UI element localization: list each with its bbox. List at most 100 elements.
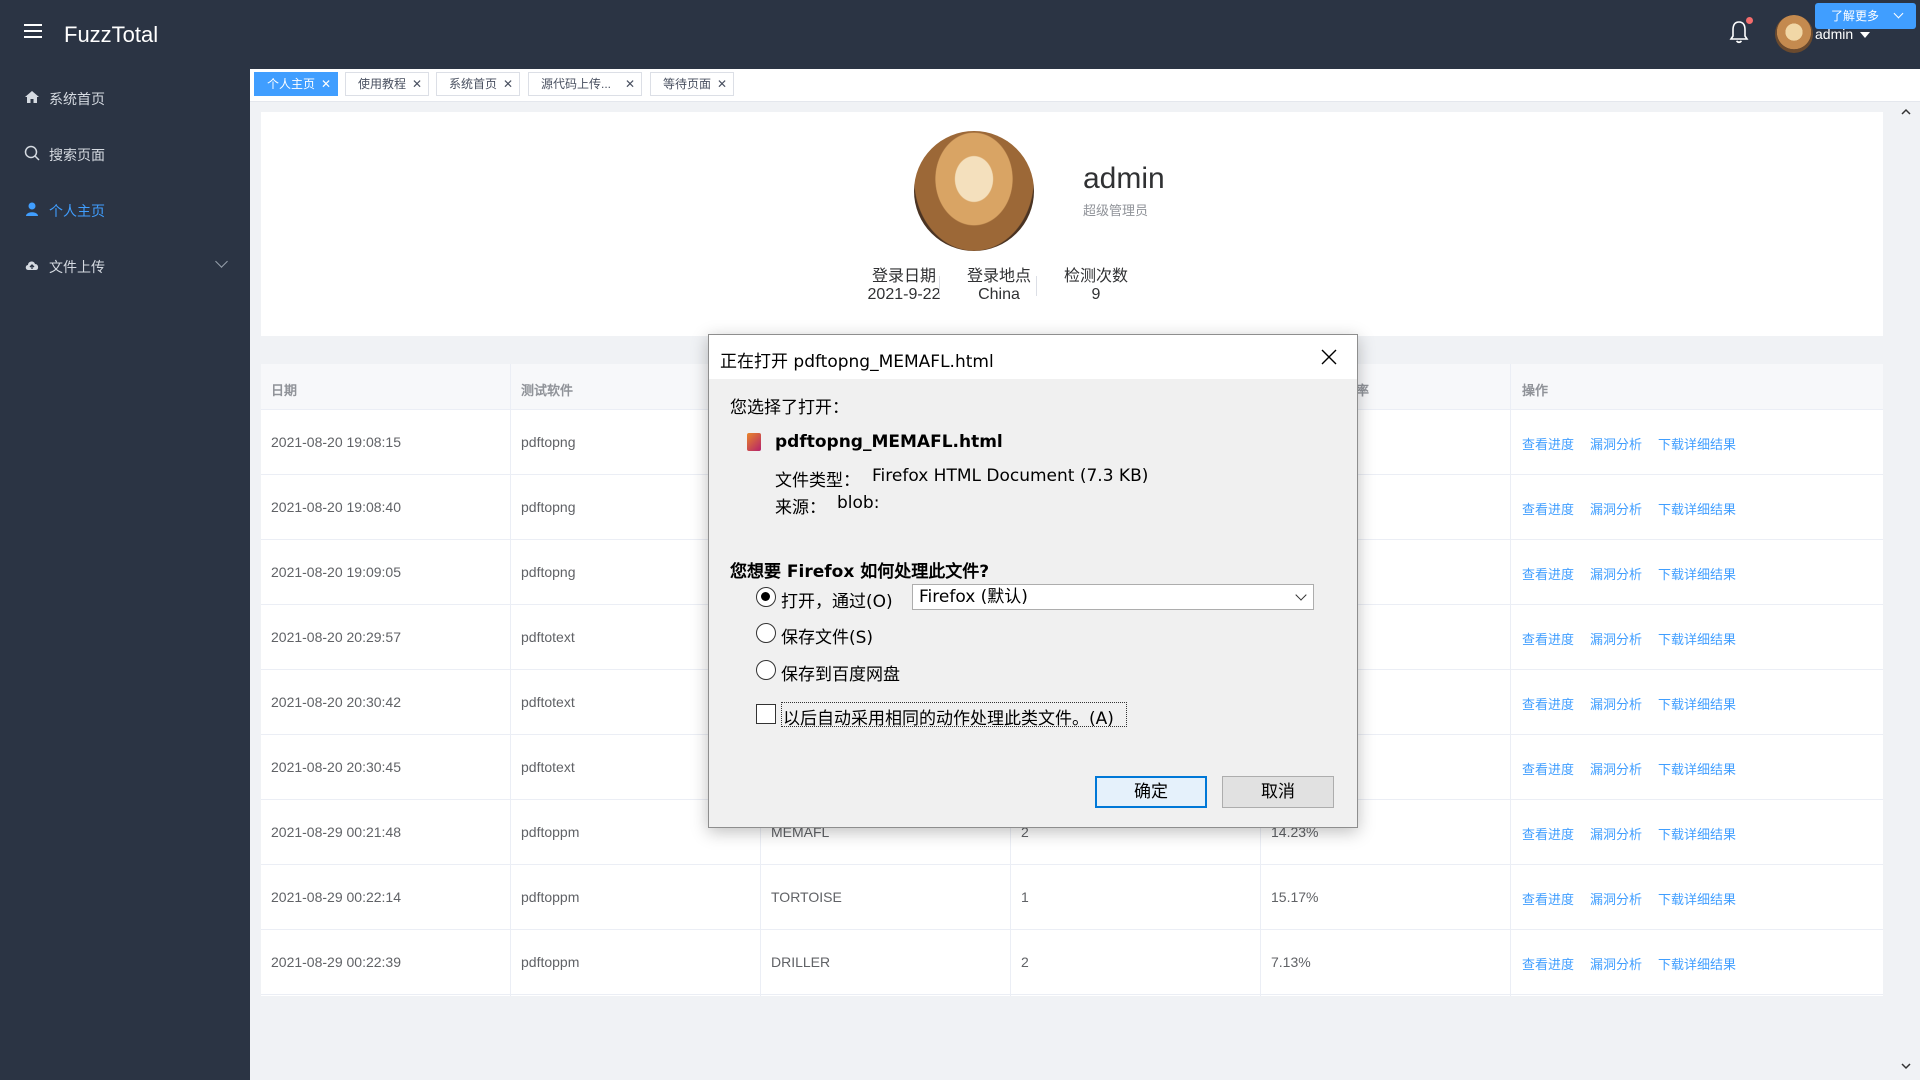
view-progress-link[interactable]: 查看进度 xyxy=(1522,434,1574,453)
sidebar-item-label: 搜索页面 xyxy=(49,147,105,163)
cell-tool: DRILLER xyxy=(771,954,831,970)
cell-date: 2021-08-20 20:30:45 xyxy=(271,759,401,775)
tab-tutorial[interactable]: 使用教程 ✕ xyxy=(345,72,429,96)
tab-label: 等待页面 xyxy=(663,77,712,91)
download-results-link[interactable]: 下载详细结果 xyxy=(1658,889,1736,908)
sidebar-item-label: 系统首页 xyxy=(49,91,105,107)
menu-toggle-icon[interactable] xyxy=(24,24,42,42)
download-results-link[interactable]: 下载详细结果 xyxy=(1658,499,1736,518)
notification-dot xyxy=(1746,17,1753,24)
tabs-bar: 个人主页 ✕ 使用教程 ✕ 系统首页 ✕ 源代码上传... ✕ 等待页面 ✕ xyxy=(250,69,1920,102)
cell-software: pdftotext xyxy=(521,694,575,710)
download-results-link[interactable]: 下载详细结果 xyxy=(1658,954,1736,973)
scroll-down-icon[interactable] xyxy=(1900,1060,1912,1072)
html-file-icon xyxy=(747,433,761,451)
cell-software: pdftoppm xyxy=(521,889,580,905)
profile-name: admin xyxy=(1083,162,1165,195)
vuln-analysis-link[interactable]: 漏洞分析 xyxy=(1590,629,1642,648)
view-progress-link[interactable]: 查看进度 xyxy=(1522,564,1574,583)
close-icon[interactable] xyxy=(1319,347,1339,367)
tab-waiting[interactable]: 等待页面 ✕ xyxy=(650,72,734,96)
open-with-select[interactable]: Firefox (默认) xyxy=(912,584,1314,610)
close-icon[interactable]: ✕ xyxy=(412,73,422,95)
download-results-link[interactable]: 下载详细结果 xyxy=(1658,434,1736,453)
ok-button[interactable]: 确定 xyxy=(1095,776,1207,808)
auto-action-label[interactable]: 以后自动采用相同的动作处理此类文件。(A) xyxy=(783,704,1114,729)
tab-label: 使用教程 xyxy=(358,77,407,91)
cancel-button[interactable]: 取消 xyxy=(1222,776,1334,808)
sidebar-item-upload[interactable]: 文件上传 xyxy=(0,237,250,293)
open-with-label[interactable]: 打开，通过(O) xyxy=(781,587,893,612)
avatar[interactable] xyxy=(1775,15,1813,53)
vuln-analysis-link[interactable]: 漏洞分析 xyxy=(1590,694,1642,713)
close-icon[interactable]: ✕ xyxy=(321,73,331,95)
tab-label: 个人主页 xyxy=(267,77,316,91)
open-with-value: Firefox (默认) xyxy=(919,587,1028,607)
stat-label: 登录日期 xyxy=(871,268,936,285)
divider xyxy=(1036,276,1037,296)
save-baidu-label[interactable]: 保存到百度网盘 xyxy=(781,660,900,685)
open-with-radio[interactable] xyxy=(756,587,776,607)
filetype-value: Firefox HTML Document (7.3 KB) xyxy=(872,466,1149,486)
vuln-analysis-link[interactable]: 漏洞分析 xyxy=(1590,499,1642,518)
close-icon[interactable]: ✕ xyxy=(717,73,727,95)
cell-software: pdftotext xyxy=(521,759,575,775)
cell-software: pdftopng xyxy=(521,499,576,515)
scroll-up-icon[interactable] xyxy=(1900,106,1912,118)
handling-question: 您想要 Firefox 如何处理此文件? xyxy=(730,562,990,582)
vuln-analysis-link[interactable]: 漏洞分析 xyxy=(1590,434,1642,453)
caret-down-icon[interactable] xyxy=(1860,32,1870,38)
cell-rate: 15.17% xyxy=(1271,889,1319,905)
save-file-radio[interactable] xyxy=(756,623,776,643)
vuln-analysis-link[interactable]: 漏洞分析 xyxy=(1590,889,1642,908)
source-value: blob: xyxy=(837,493,880,513)
save-file-label[interactable]: 保存文件(S) xyxy=(781,623,873,648)
app-logo: FuzzTotal xyxy=(64,22,159,47)
save-baidu-radio[interactable] xyxy=(756,660,776,680)
download-results-link[interactable]: 下载详细结果 xyxy=(1658,824,1736,843)
learn-more-button[interactable]: 了解更多 xyxy=(1815,3,1916,29)
view-progress-link[interactable]: 查看进度 xyxy=(1522,824,1574,843)
table-row: 2021-08-29 00:22:39 pdftoppm DRILLER 2 7.13%… xyxy=(261,930,1883,995)
view-progress-link[interactable]: 查看进度 xyxy=(1522,499,1574,518)
vuln-analysis-link[interactable]: 漏洞分析 xyxy=(1590,824,1642,843)
view-progress-link[interactable]: 查看进度 xyxy=(1522,889,1574,908)
stat-value: China xyxy=(978,286,1020,303)
stat-value: 2021-9-22 xyxy=(867,286,941,303)
view-progress-link[interactable]: 查看进度 xyxy=(1522,629,1574,648)
tab-source-upload[interactable]: 源代码上传... ✕ xyxy=(528,72,642,96)
sidebar-item-search[interactable]: 搜索页面 xyxy=(0,125,250,181)
download-results-link[interactable]: 下载详细结果 xyxy=(1658,629,1736,648)
download-results-link[interactable]: 下载详细结果 xyxy=(1658,759,1736,778)
view-progress-link[interactable]: 查看进度 xyxy=(1522,694,1574,713)
tab-profile[interactable]: 个人主页 ✕ xyxy=(254,72,338,96)
stat-label: 登录地点 xyxy=(966,268,1031,285)
close-icon[interactable]: ✕ xyxy=(625,73,635,95)
download-results-link[interactable]: 下载详细结果 xyxy=(1658,564,1736,583)
tab-label: 源代码上传... xyxy=(541,77,612,91)
vuln-analysis-link[interactable]: 漏洞分析 xyxy=(1590,759,1642,778)
view-progress-link[interactable]: 查看进度 xyxy=(1522,759,1574,778)
cell-date: 2021-08-29 00:22:14 xyxy=(271,889,401,905)
dialog-titlebar: 正在打开 pdftopng_MEMAFL.html xyxy=(709,335,1357,379)
home-icon xyxy=(25,91,39,103)
sidebar-item-profile[interactable]: 个人主页 xyxy=(0,181,250,237)
tab-home[interactable]: 系统首页 ✕ xyxy=(436,72,520,96)
view-progress-link[interactable]: 查看进度 xyxy=(1522,954,1574,973)
sidebar-item-home[interactable]: 系统首页 xyxy=(0,69,250,125)
cell-date: 2021-08-29 00:22:39 xyxy=(271,954,401,970)
learn-more-label: 了解更多 xyxy=(1831,9,1880,23)
stat-scan-count: 检测次数 9 xyxy=(1051,268,1141,304)
vuln-analysis-link[interactable]: 漏洞分析 xyxy=(1590,564,1642,583)
table-row: 2021-08-29 00:22:14 pdftoppm TORTOISE 1 15.1… xyxy=(261,865,1883,930)
top-header: FuzzTotal admin xyxy=(0,0,1920,69)
profile-role: 超级管理员 xyxy=(1083,203,1149,218)
cloud-upload-icon xyxy=(25,261,39,270)
cell-software: pdftopng xyxy=(521,434,576,450)
close-icon[interactable]: ✕ xyxy=(503,73,513,95)
download-results-link[interactable]: 下载详细结果 xyxy=(1658,694,1736,713)
bell-icon[interactable] xyxy=(1728,20,1750,44)
vuln-analysis-link[interactable]: 漏洞分析 xyxy=(1590,954,1642,973)
cell-count: 1 xyxy=(1021,889,1029,905)
auto-action-checkbox[interactable] xyxy=(756,704,776,724)
